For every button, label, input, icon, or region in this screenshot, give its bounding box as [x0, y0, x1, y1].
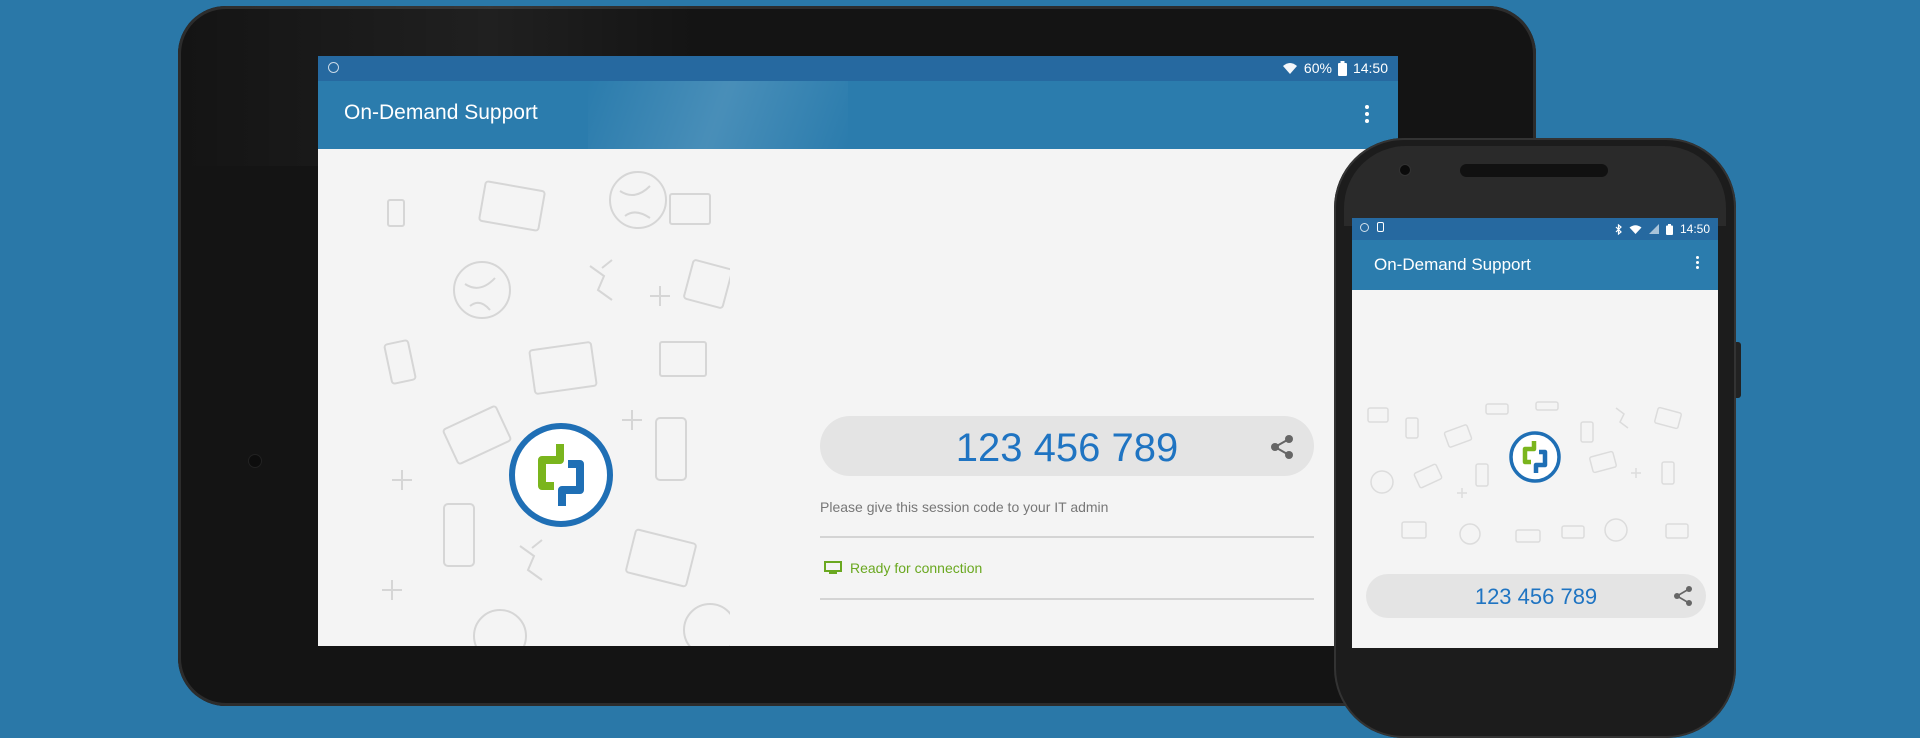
status-app-icon	[1360, 222, 1369, 232]
tablet-camera	[249, 455, 261, 467]
app-title: On-Demand Support	[344, 101, 538, 124]
phone-side-button	[1736, 342, 1741, 398]
battery-icon	[1665, 223, 1673, 235]
more-vert-icon[interactable]	[1364, 105, 1370, 125]
phone-status-right: 14:50	[1615, 222, 1710, 236]
phone-app-bar: On-Demand Support	[1352, 240, 1718, 290]
divider	[820, 598, 1314, 600]
logo-icon	[509, 423, 613, 527]
tablet-status-bar: 60% 14:50	[318, 56, 1398, 81]
logo-icon	[1509, 431, 1561, 483]
background-doodle-pattern	[1367, 401, 1689, 545]
status-time: 14:50	[1679, 222, 1710, 236]
share-icon[interactable]	[1672, 585, 1694, 607]
connection-status-text: Ready for connection	[850, 560, 983, 576]
tablet-screen: 60% 14:50 On-Demand Support 123 456 789 …	[318, 56, 1398, 646]
connection-status: Ready for connection	[824, 560, 982, 576]
status-time: 14:50	[1352, 60, 1388, 76]
tablet-status-right: 60% 14:50	[1282, 60, 1388, 76]
session-code-box: 123 456 789	[820, 416, 1314, 476]
background-doodle-pattern	[382, 171, 730, 646]
tablet-app-bar: On-Demand Support	[318, 81, 1398, 149]
wifi-icon	[1629, 224, 1642, 234]
battery-percent: 60%	[1303, 60, 1332, 76]
app-title: On-Demand Support	[1374, 255, 1531, 274]
session-code: 123 456 789	[955, 426, 1179, 470]
phone-speaker	[1460, 164, 1608, 177]
share-icon[interactable]	[1268, 433, 1296, 461]
phone-top-bezel	[1344, 146, 1726, 226]
session-code: 123 456 789	[1474, 584, 1598, 609]
signal-icon	[1648, 224, 1659, 234]
divider	[820, 536, 1314, 538]
phone-screen: 14:50 On-Demand Support 123 456 789	[1352, 218, 1718, 648]
bluetooth-icon	[1615, 223, 1622, 235]
monitor-icon	[824, 561, 842, 574]
appbar-glare	[588, 81, 848, 149]
battery-icon	[1337, 60, 1347, 76]
phone-notification-icon	[1377, 222, 1384, 232]
session-code-box: 123 456 789	[1366, 574, 1706, 618]
phone-status-bar: 14:50	[1352, 218, 1718, 240]
phone-status-left	[1360, 222, 1384, 232]
phone-camera	[1400, 165, 1410, 175]
session-code-hint: Please give this session code to your IT…	[820, 499, 1109, 515]
more-vert-icon[interactable]	[1694, 256, 1700, 271]
status-app-icon	[328, 62, 339, 73]
wifi-icon	[1282, 63, 1297, 74]
